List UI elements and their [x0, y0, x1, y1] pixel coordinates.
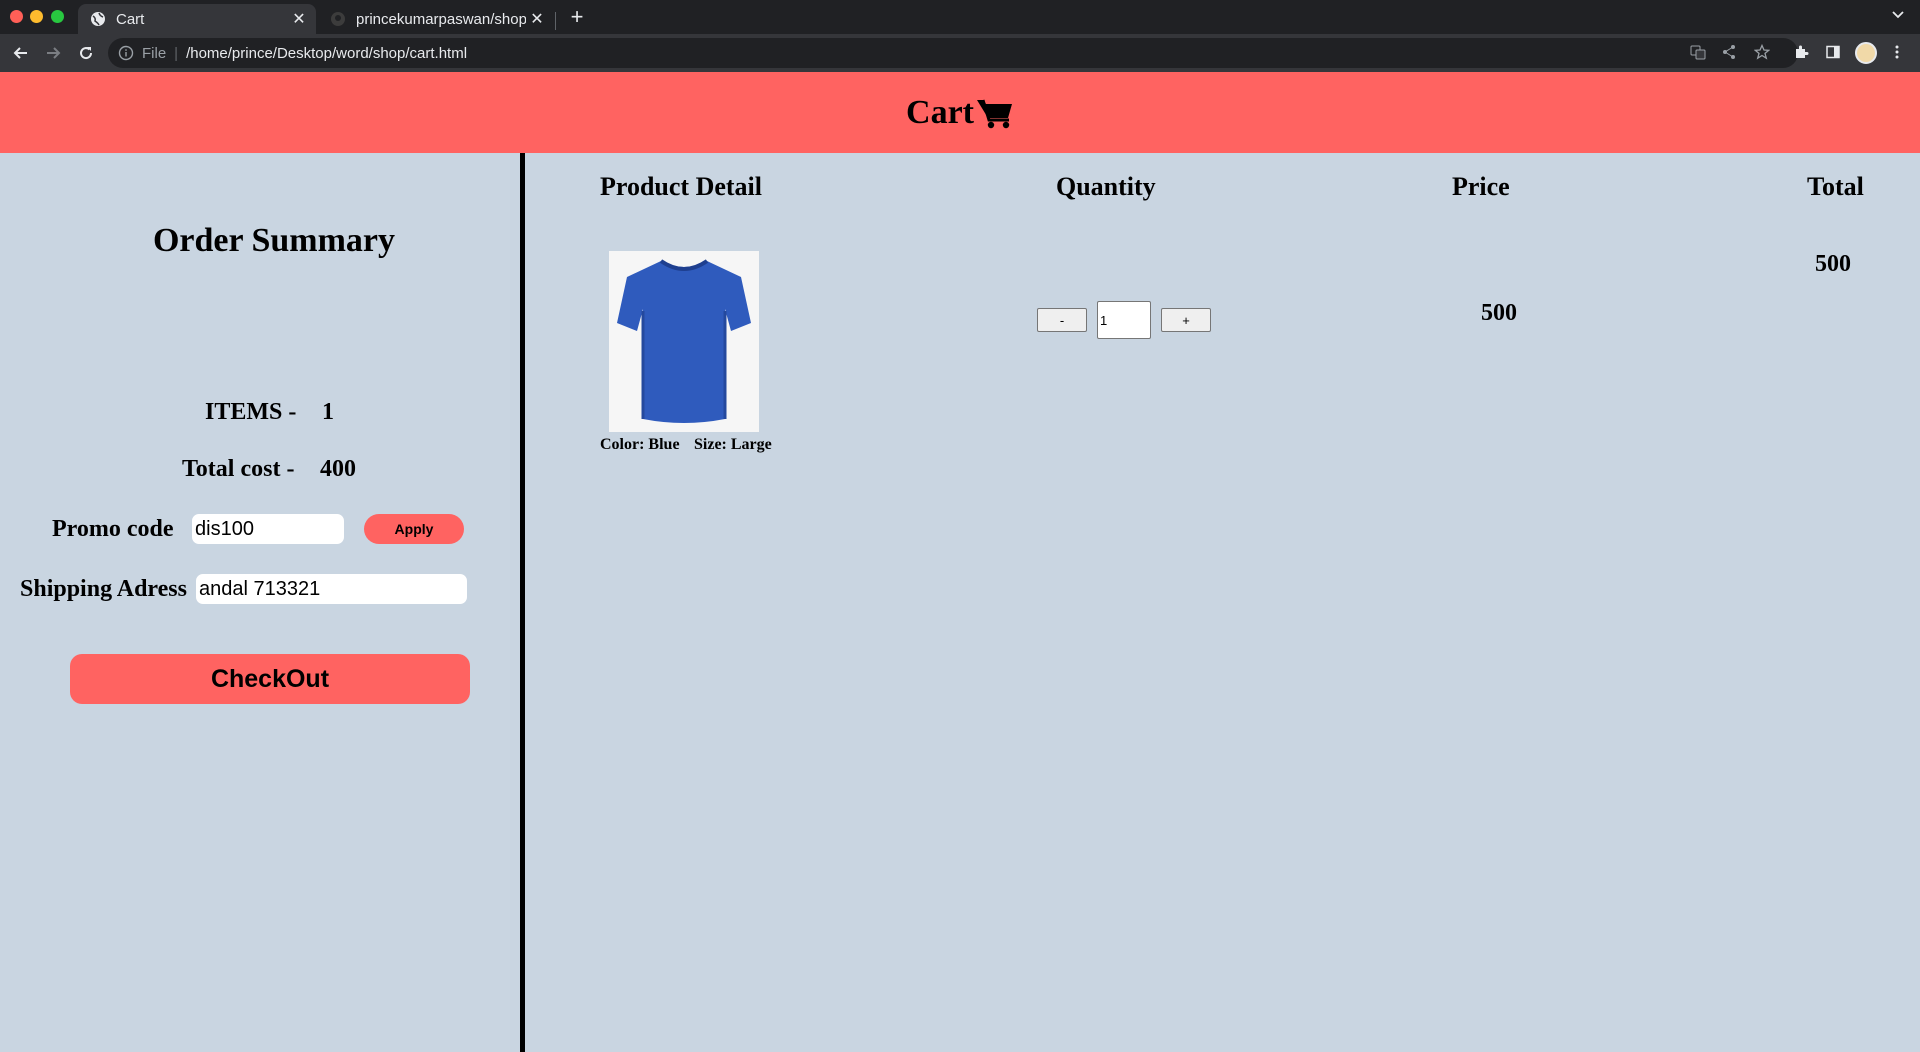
shipping-address-label: Shipping Adress	[20, 576, 187, 602]
new-tab-button[interactable]: +	[566, 4, 588, 30]
product-size: Size: Large	[694, 436, 772, 453]
shipping-address-input[interactable]	[196, 574, 467, 604]
tab-title: princekumarpaswan/shop	[356, 10, 526, 28]
window-close-button[interactable]	[10, 10, 23, 23]
page-title: Cart	[906, 94, 1014, 132]
info-icon[interactable]	[118, 45, 134, 61]
globe-icon	[91, 12, 105, 26]
github-icon	[331, 12, 345, 26]
bookmark-star-icon[interactable]	[1751, 41, 1773, 63]
column-header-total: Total	[1807, 172, 1864, 201]
product-image	[609, 251, 759, 432]
checkout-button[interactable]: CheckOut	[70, 654, 470, 704]
tab-search-chevron-icon[interactable]	[1886, 6, 1910, 28]
forward-arrow-icon[interactable]	[41, 41, 65, 65]
back-arrow-icon[interactable]	[9, 41, 33, 65]
item-price: 500	[1481, 300, 1517, 326]
side-panel-icon[interactable]	[1822, 41, 1844, 63]
increase-quantity-button[interactable]: +	[1161, 308, 1211, 332]
url-text[interactable]: /home/prince/Desktop/word/shop/cart.html	[186, 45, 467, 62]
vertical-divider	[520, 153, 525, 1052]
tab-close-icon[interactable]: ✕	[526, 9, 548, 29]
items-label: ITEMS -	[205, 399, 297, 425]
column-header-quantity: Quantity	[1056, 172, 1156, 201]
reload-icon[interactable]	[74, 41, 98, 65]
column-header-price: Price	[1452, 172, 1510, 201]
tab-close-icon[interactable]: ✕	[288, 9, 310, 29]
page-header: Cart	[0, 72, 1920, 153]
profile-avatar[interactable]	[1855, 42, 1877, 64]
blue-tshirt-icon	[617, 259, 751, 423]
tab-title: Cart	[116, 10, 145, 28]
page-title-text: Cart	[906, 93, 974, 131]
tab-cart[interactable]: Cart ✕	[78, 4, 316, 34]
items-count: 1	[322, 399, 334, 425]
tab-separator	[555, 12, 556, 30]
extensions-puzzle-icon[interactable]	[1790, 41, 1812, 63]
promo-code-label: Promo code	[52, 516, 174, 542]
apply-button[interactable]: Apply	[364, 514, 464, 544]
promo-code-input[interactable]	[192, 514, 344, 544]
order-summary-title: Order Summary	[152, 222, 396, 259]
share-icon[interactable]	[1718, 41, 1740, 63]
tab-github[interactable]: princekumarpaswan/shop ✕	[318, 4, 554, 34]
address-bar[interactable]: File | /home/prince/Desktop/word/shop/ca…	[108, 38, 1798, 68]
browser-toolbar: File | /home/prince/Desktop/word/shop/ca…	[0, 34, 1920, 72]
product-color: Color: Blue	[600, 436, 680, 453]
url-scheme: File	[142, 44, 167, 62]
more-menu-icon[interactable]	[1886, 41, 1908, 63]
window-minimize-button[interactable]	[30, 10, 43, 23]
total-cost-value: 400	[320, 456, 356, 482]
quantity-input[interactable]	[1097, 301, 1151, 339]
shopping-cart-icon	[976, 99, 1012, 128]
total-cost-label: Total cost -	[182, 456, 295, 482]
column-header-product: Product Detail	[600, 172, 762, 201]
browser-tab-bar: Cart ✕ princekumarpaswan/shop ✕ +	[0, 0, 1920, 34]
window-maximize-button[interactable]	[51, 10, 64, 23]
url-divider: |	[174, 44, 179, 62]
decrease-quantity-button[interactable]: -	[1037, 308, 1087, 332]
item-total: 500	[1815, 251, 1851, 277]
translate-icon[interactable]	[1687, 41, 1709, 63]
